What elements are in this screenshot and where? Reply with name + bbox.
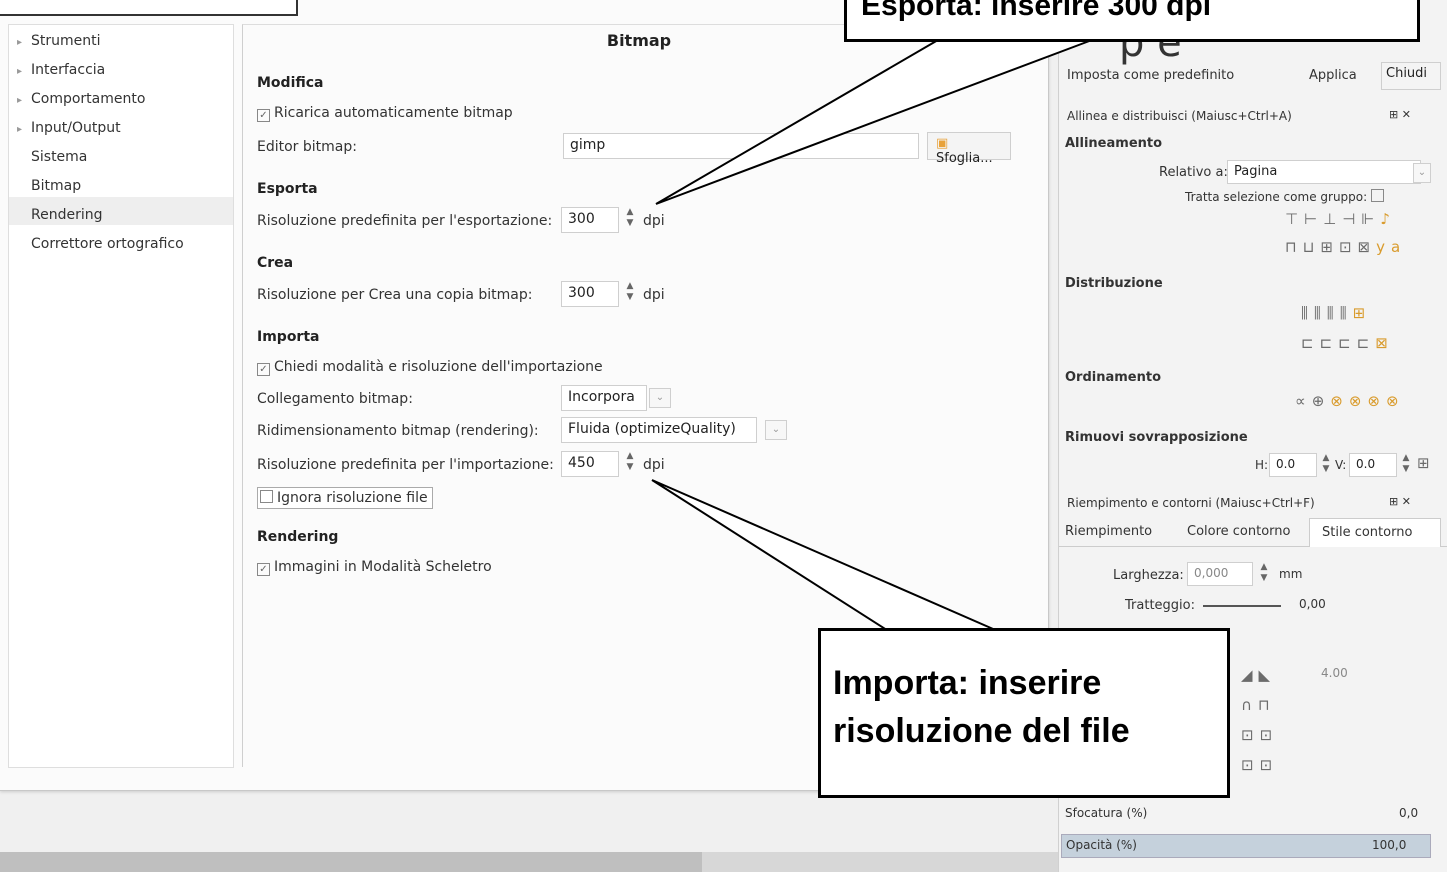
bottom-callout: Importa: inserire risoluzione del file bbox=[818, 628, 1230, 798]
bottom-callout-line-2: risoluzione del file bbox=[833, 712, 1130, 750]
top-callout-pointer bbox=[655, 39, 1093, 205]
bottom-callout-line-1: Importa: inserire bbox=[833, 664, 1102, 702]
bottom-callout-pointer bbox=[651, 479, 1001, 633]
top-callout-text: Esporta: inserire 300 dpi bbox=[861, 0, 1212, 22]
top-callout: Esporta: inserire 300 dpi bbox=[844, 0, 1420, 42]
